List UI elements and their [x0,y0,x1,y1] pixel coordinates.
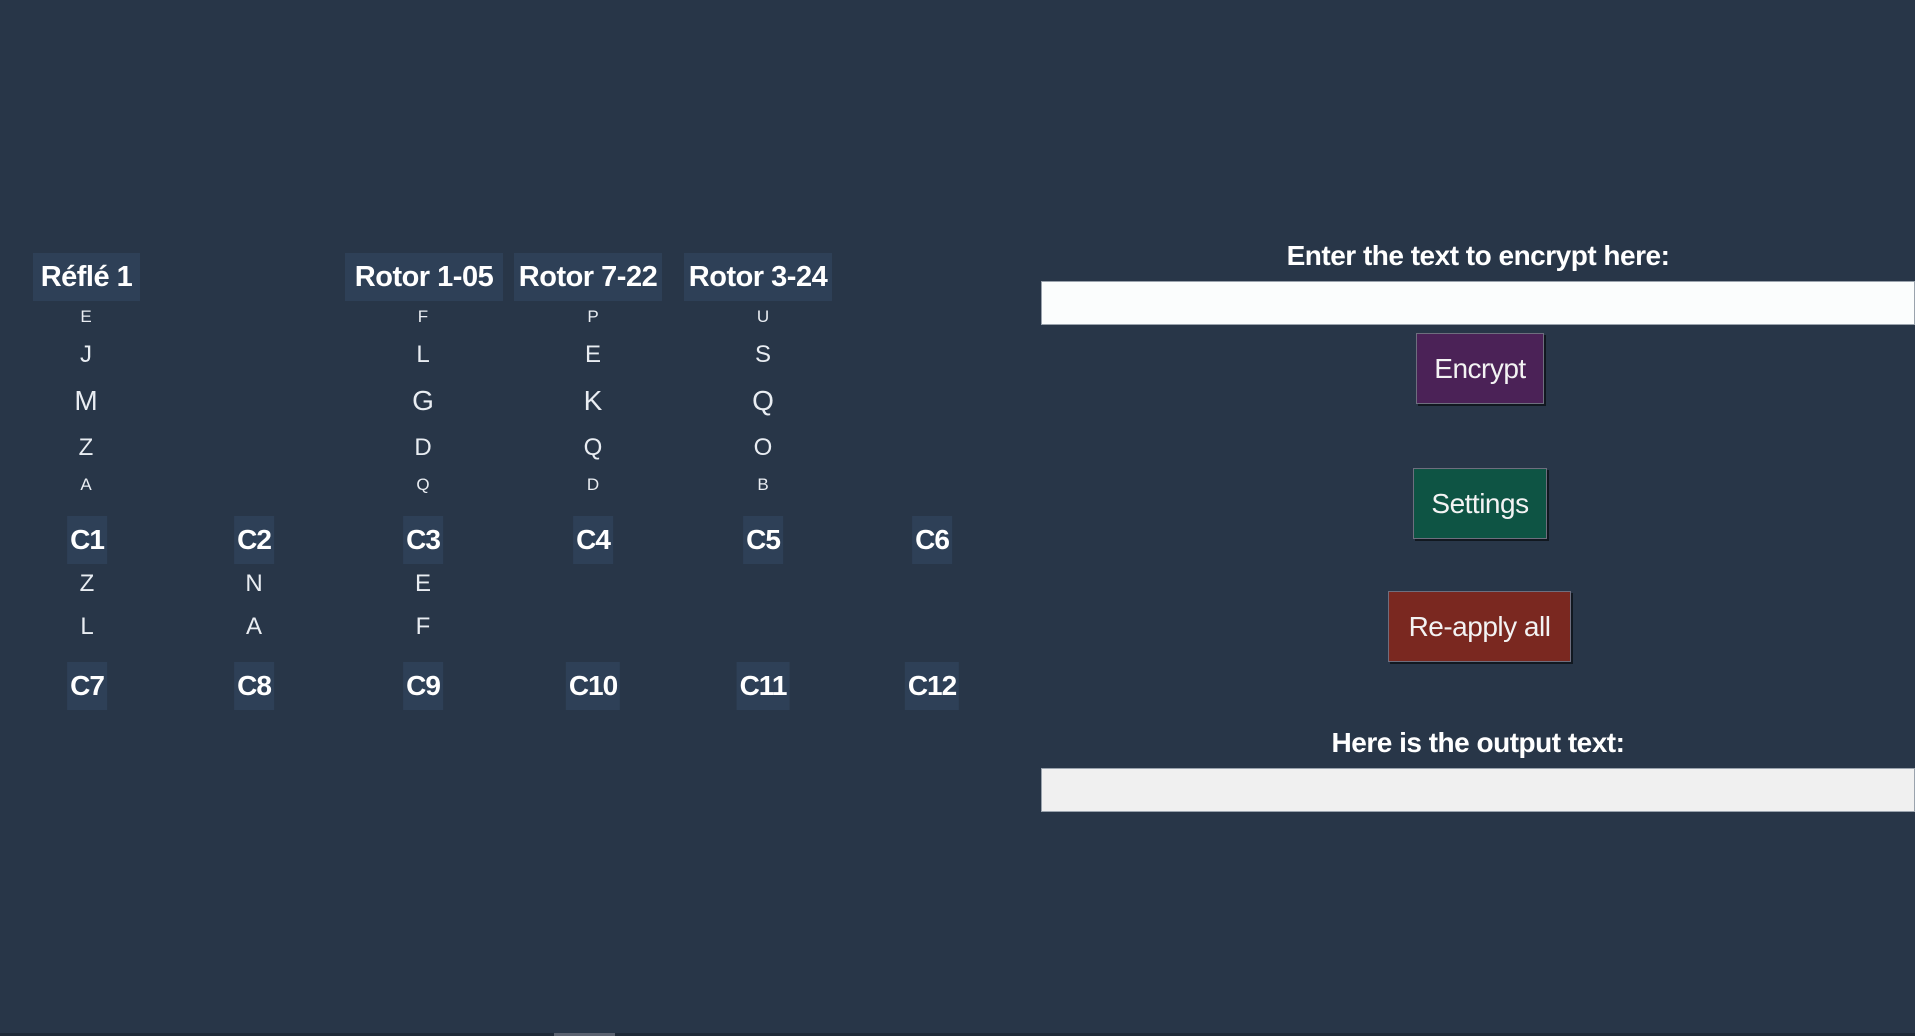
plug-c3-value-2[interactable]: F [416,613,431,641]
plug-c5-label: C5 [743,516,783,564]
rotor-3-header: Rotor 3-24 [684,253,832,301]
rotor-1-header: Rotor 1-05 [345,253,503,301]
rotor-2-letter-current: K [583,385,603,416]
plug-c10-label: C10 [565,662,621,710]
rotor-1-letter-up[interactable]: L [383,341,463,369]
rotor-3-letter-prev: U [756,307,770,326]
encrypt-button[interactable]: Encrypt [1416,333,1544,404]
rotor-2-header: Rotor 7-22 [514,253,662,301]
reflector-letter-next: A [80,475,92,494]
rotor-2-letter-next: D [586,475,600,494]
rotor-2-letter-prev: P [587,307,599,326]
plug-c8-label: C8 [234,662,274,710]
settings-button[interactable]: Settings [1413,468,1547,539]
reflector-letter-up: J [80,341,92,368]
reflector-letter-down: Z [78,434,94,461]
plug-c7-label: C7 [67,662,107,710]
rotor-1-letter-current: G [412,385,434,416]
plug-c9-label: C9 [403,662,443,710]
rotor-1-letter-down[interactable]: D [383,434,463,462]
plug-c6-label: C6 [912,516,952,564]
rotor-2-letter-down[interactable]: Q [553,434,633,462]
input-label: Enter the text to encrypt here: [1286,240,1670,271]
output-field[interactable] [1041,768,1915,812]
encrypt-input[interactable] [1041,281,1915,325]
reflector-header: Réflé 1 [33,253,140,301]
reapply-all-button[interactable]: Re-apply all [1388,591,1571,662]
rotor-1-letter-prev: F [417,307,429,326]
rotor-3-letter-up[interactable]: S [723,341,803,369]
rotor-3-letter-current: Q [752,385,774,416]
reflector-letter-current: M [74,385,98,416]
plug-c3-value-1[interactable]: E [415,570,431,598]
plug-c2-value-1[interactable]: N [245,570,262,598]
plug-c1-label: C1 [67,516,107,564]
rotor-3-letter-down[interactable]: O [723,434,803,462]
rotor-1-letter-next: Q [416,475,430,494]
plug-c2-value-2[interactable]: A [246,613,262,641]
rotor-3-letter-next: B [757,475,769,494]
output-label: Here is the output text: [1331,727,1625,758]
plug-c12-label: C12 [904,662,960,710]
plug-c2-label: C2 [234,516,274,564]
plug-c11-label: C11 [736,662,790,710]
rotor-2-letter-up[interactable]: E [553,341,633,369]
reflector-letter-prev: E [80,307,92,326]
plug-c4-label: C4 [573,516,613,564]
plug-c1-value-1[interactable]: Z [80,570,95,598]
plug-c3-label: C3 [403,516,443,564]
plug-c1-value-2[interactable]: L [80,613,93,641]
